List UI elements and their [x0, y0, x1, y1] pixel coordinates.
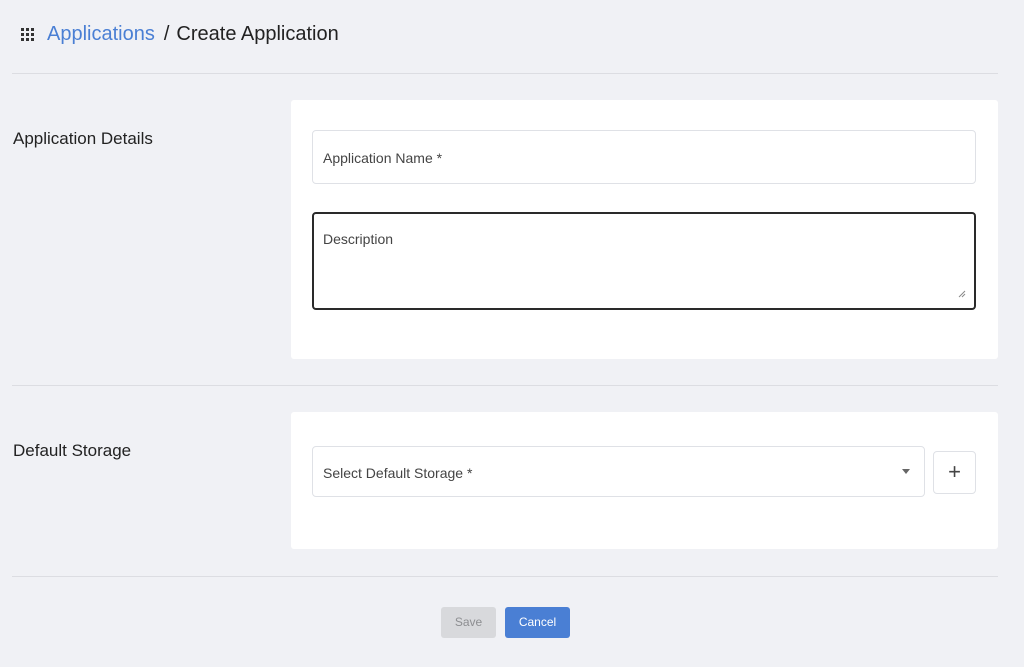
application-details-card: Application Name * Description — [291, 100, 998, 359]
description-placeholder: Description — [323, 231, 394, 247]
default-storage-select[interactable]: Select Default Storage * — [312, 446, 925, 497]
section-divider — [12, 385, 998, 386]
application-name-input[interactable]: Application Name * — [312, 130, 976, 184]
add-storage-button[interactable]: + — [933, 451, 976, 494]
default-storage-card: Select Default Storage * + — [291, 412, 998, 549]
cancel-button[interactable]: Cancel — [505, 607, 570, 638]
breadcrumb: Applications / Create Application — [47, 21, 339, 47]
description-textarea[interactable]: Description — [312, 212, 976, 310]
default-storage-placeholder: Select Default Storage * — [323, 465, 473, 481]
save-button[interactable]: Save — [441, 607, 496, 638]
header-divider — [12, 73, 998, 74]
page-title: Create Application — [176, 23, 339, 45]
chevron-down-icon — [902, 469, 910, 474]
application-details-label: Application Details — [13, 129, 153, 148]
default-storage-label: Default Storage — [13, 441, 132, 460]
resize-handle-icon[interactable] — [958, 290, 966, 298]
plus-icon: + — [948, 459, 961, 484]
application-name-placeholder: Application Name * — [323, 150, 443, 166]
breadcrumb-separator: / — [163, 23, 170, 45]
page-header: Applications / Create Application — [0, 0, 1024, 70]
footer-divider — [12, 576, 998, 577]
apps-grid-icon[interactable] — [21, 28, 34, 41]
breadcrumb-applications-link[interactable]: Applications — [47, 23, 155, 45]
